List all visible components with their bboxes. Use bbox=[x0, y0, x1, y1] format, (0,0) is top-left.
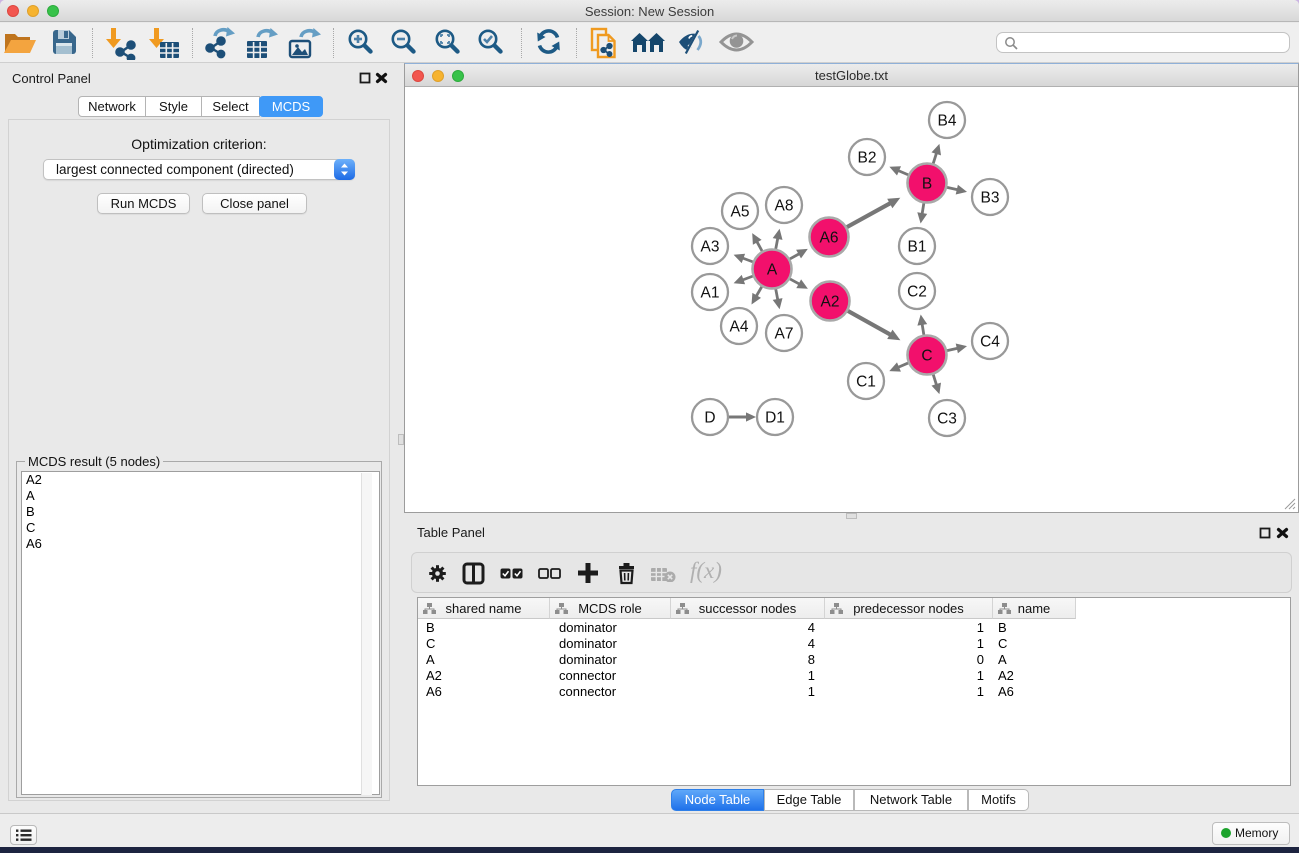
svg-text:A8: A8 bbox=[775, 198, 794, 215]
svg-text:C2: C2 bbox=[907, 284, 927, 301]
svg-text:B: B bbox=[922, 176, 932, 193]
svg-text:A3: A3 bbox=[701, 239, 720, 256]
svg-text:A7: A7 bbox=[775, 326, 794, 343]
svg-text:A6: A6 bbox=[820, 230, 839, 247]
svg-text:B3: B3 bbox=[981, 190, 1000, 207]
svg-text:D1: D1 bbox=[765, 410, 785, 427]
svg-text:B1: B1 bbox=[908, 239, 927, 256]
svg-text:A2: A2 bbox=[821, 294, 840, 311]
svg-text:A: A bbox=[767, 262, 778, 279]
svg-text:D: D bbox=[704, 410, 715, 427]
svg-text:A5: A5 bbox=[731, 204, 750, 221]
svg-text:B2: B2 bbox=[858, 150, 877, 167]
svg-text:A4: A4 bbox=[730, 319, 749, 336]
svg-text:C4: C4 bbox=[980, 334, 1000, 351]
svg-text:C: C bbox=[921, 348, 932, 365]
svg-text:B4: B4 bbox=[938, 113, 957, 130]
svg-text:C1: C1 bbox=[856, 374, 876, 391]
svg-text:C3: C3 bbox=[937, 411, 957, 428]
svg-text:A1: A1 bbox=[701, 285, 720, 302]
